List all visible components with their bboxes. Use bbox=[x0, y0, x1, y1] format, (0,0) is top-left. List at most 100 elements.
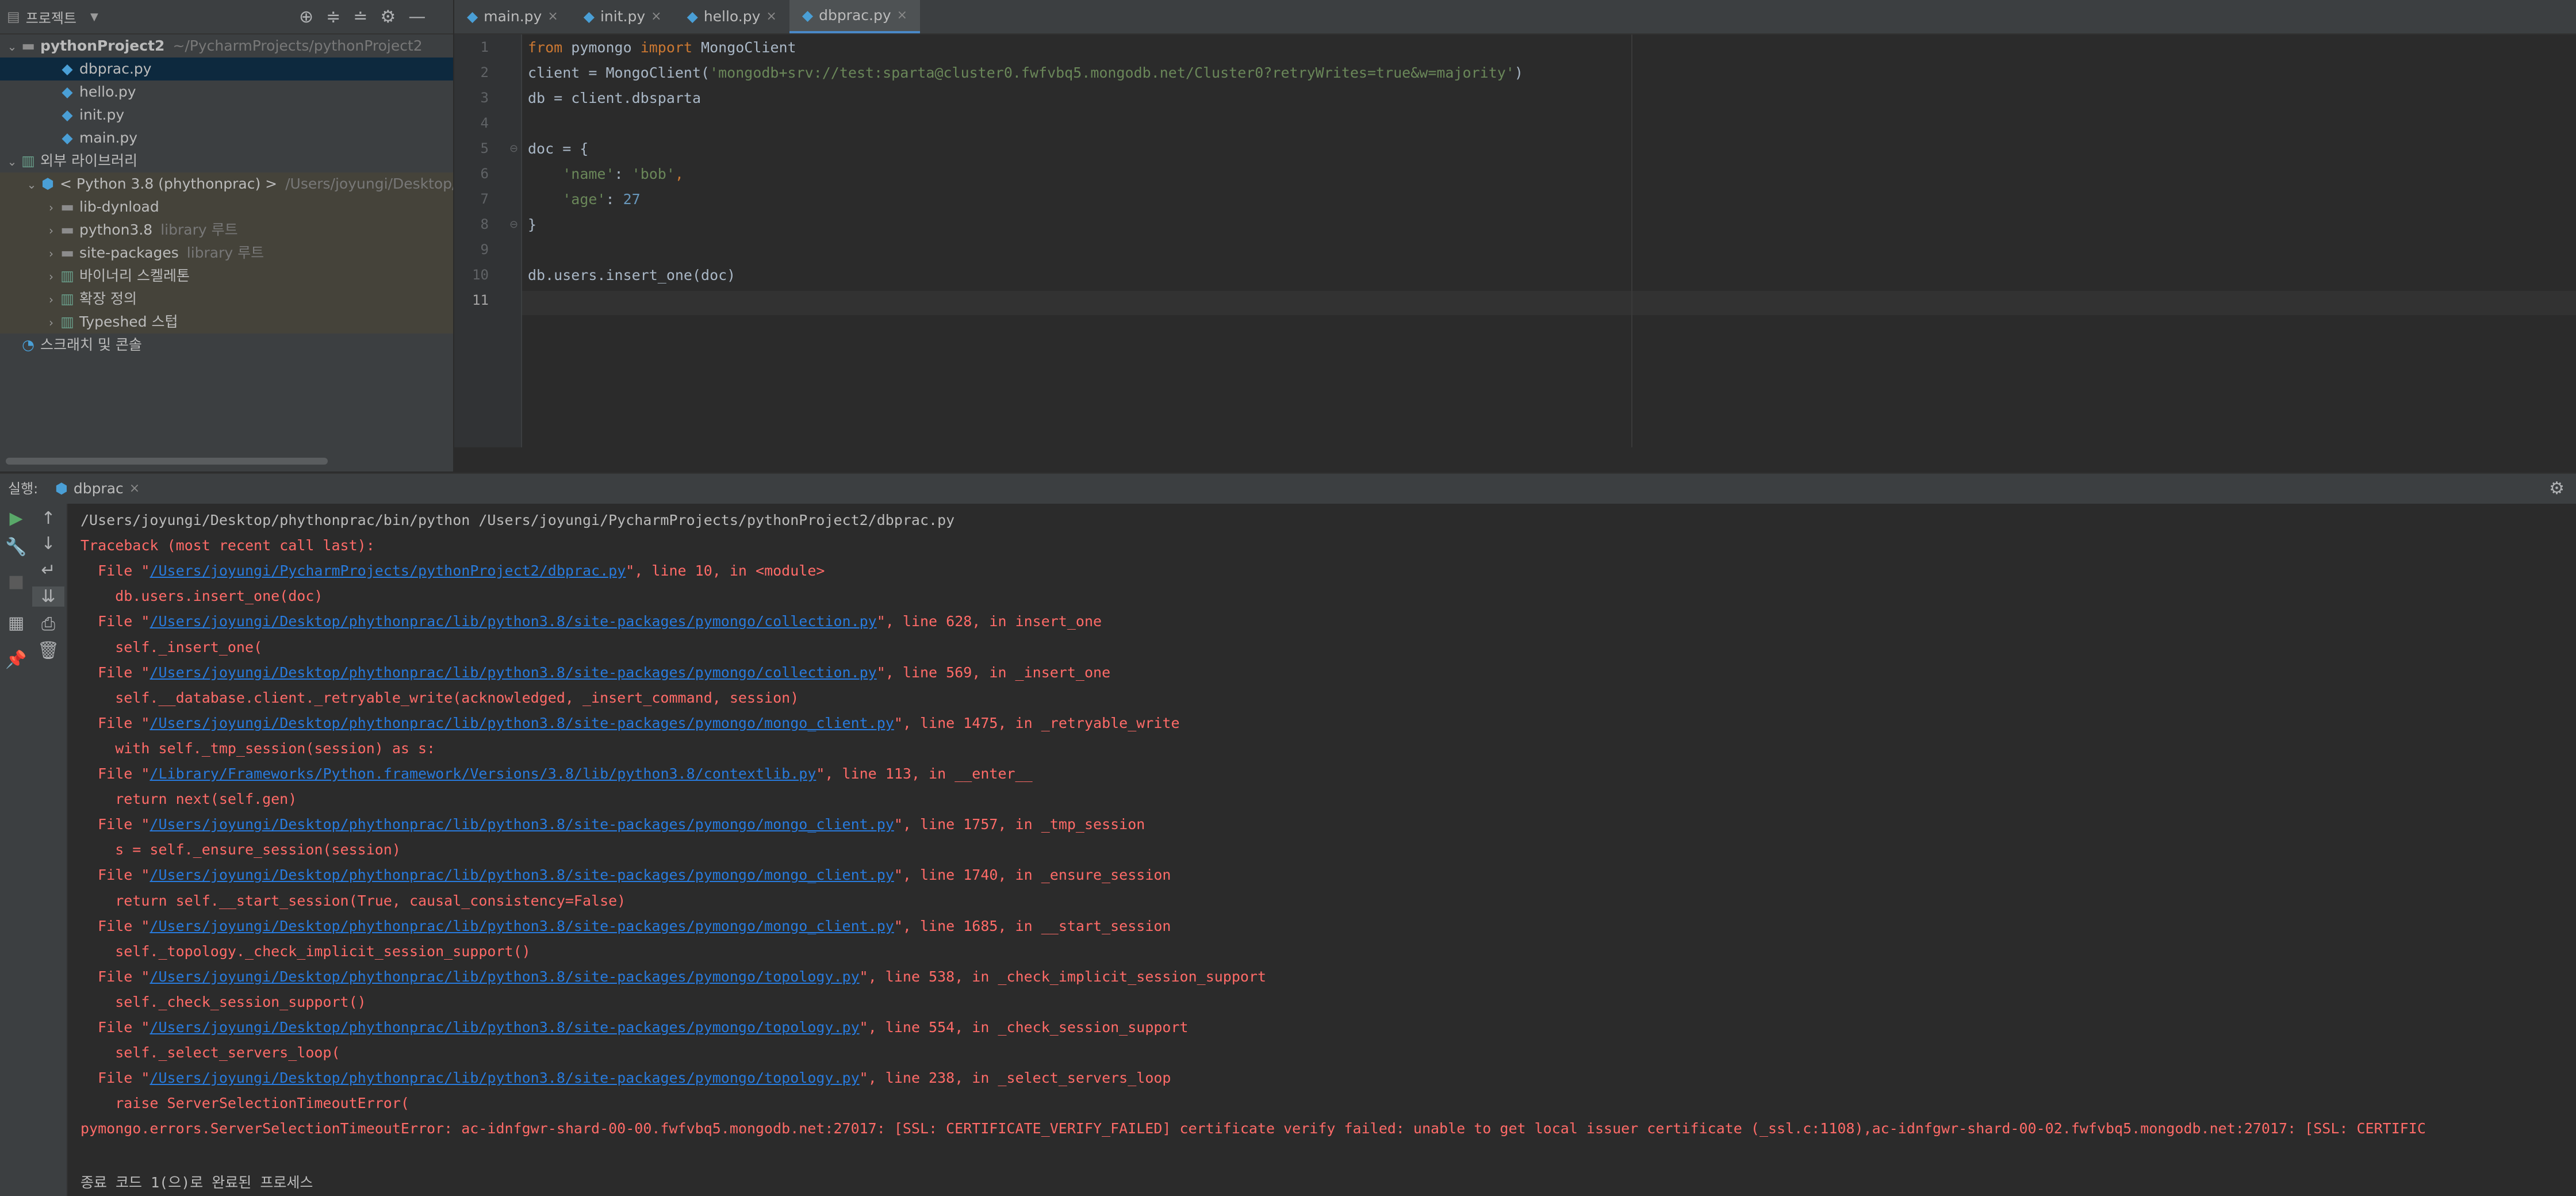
locate-icon[interactable]: ⊕ bbox=[299, 7, 313, 27]
editor-horizontal-scrollbar[interactable] bbox=[454, 447, 2576, 471]
line-number: 2 bbox=[480, 64, 489, 80]
editor-tab-dbprac[interactable]: ◆ dbprac.py × bbox=[789, 0, 921, 33]
code-line[interactable]: db.users.insert_one(doc) bbox=[528, 267, 735, 283]
tree-item[interactable]: ◆ dbprac.py bbox=[0, 57, 453, 80]
traceback-file-link[interactable]: /Users/joyungi/Desktop/phythonprac/lib/p… bbox=[150, 715, 894, 731]
traceback-file-link[interactable]: /Users/joyungi/Desktop/phythonprac/lib/p… bbox=[150, 1019, 859, 1036]
traceback-file-link[interactable]: /Users/joyungi/Desktop/phythonprac/lib/p… bbox=[150, 816, 894, 833]
code-line[interactable]: doc = { bbox=[528, 140, 588, 157]
tree-item[interactable]: ◆ main.py bbox=[0, 126, 453, 150]
gear-icon[interactable]: ⚙ bbox=[2549, 474, 2564, 504]
gear-icon[interactable]: ⚙ bbox=[380, 7, 396, 27]
down-arrow-icon[interactable]: ↓ bbox=[32, 534, 64, 554]
tree-item[interactable]: ◆ hello.py bbox=[0, 80, 453, 103]
code-line[interactable]: 'name': 'bob', bbox=[528, 166, 684, 182]
code-token: db.users.insert_one(doc) bbox=[528, 267, 736, 283]
chevron-right-icon[interactable]: › bbox=[44, 219, 59, 241]
project-scrollbar[interactable] bbox=[6, 458, 328, 465]
console-text: File " bbox=[80, 613, 150, 630]
scroll-to-end-icon[interactable]: ⇊ bbox=[32, 586, 64, 607]
code-line[interactable]: client = MongoClient('mongodb+srv://test… bbox=[528, 64, 1523, 81]
trash-icon[interactable]: 🗑 bbox=[32, 641, 64, 661]
tree-item[interactable]: › ▬ site-packages library 루트 bbox=[0, 241, 453, 264]
console-text: ", line 1685, in __start_session bbox=[894, 917, 1171, 934]
code-token: import bbox=[640, 39, 702, 56]
line-number: 10 bbox=[472, 267, 489, 283]
line-number-gutter: 1 2 3 4 5 6 7 8 9 10 11 ⊖ ⊖ bbox=[454, 34, 522, 447]
tree-item[interactable]: › ▥ 바이너리 스켈레톤 bbox=[0, 264, 453, 288]
expand-all-icon[interactable]: ≑ bbox=[326, 7, 340, 27]
console-error-line: File "/Users/joyungi/Desktop/phythonprac… bbox=[80, 664, 1110, 681]
editor-tab-main[interactable]: ◆ main.py × bbox=[454, 0, 571, 33]
fold-marker-icon[interactable]: ⊖ bbox=[509, 143, 518, 155]
chevron-right-icon[interactable]: › bbox=[44, 242, 59, 264]
rerun-icon[interactable]: ▶ bbox=[0, 508, 32, 528]
chevron-right-icon[interactable]: › bbox=[44, 311, 59, 334]
tree-item[interactable]: ⌄ ▬ pythonProject2 ~/PycharmProjects/python… bbox=[0, 34, 453, 57]
hide-icon[interactable]: — bbox=[408, 7, 425, 27]
traceback-file-link[interactable]: /Users/joyungi/Desktop/phythonprac/lib/p… bbox=[150, 664, 876, 681]
close-icon[interactable]: × bbox=[766, 0, 776, 33]
traceback-file-link[interactable]: /Users/joyungi/Desktop/phythonprac/lib/p… bbox=[150, 613, 876, 630]
console-error-line: File "/Users/joyungi/Desktop/phythonprac… bbox=[80, 816, 1145, 833]
tree-item[interactable]: ⌄ ▥ 외부 라이브러리 bbox=[0, 150, 453, 172]
tree-item[interactable]: ⌄ ⬢ < Python 3.8 (phythonprac) > /Users/joy… bbox=[0, 172, 453, 195]
code-editor[interactable]: 1 2 3 4 5 6 7 8 9 10 11 ⊖ ⊖ from pymongo import Mong… bbox=[454, 34, 2576, 447]
code-line[interactable]: from pymongo import MongoClient bbox=[528, 39, 796, 56]
console-text: ", line 10, in <module> bbox=[626, 562, 825, 580]
tree-item[interactable]: ◔ 스크래치 및 콘솔 bbox=[0, 334, 453, 356]
chevron-right-icon[interactable]: › bbox=[44, 196, 59, 218]
tree-item[interactable]: ◆ init.py bbox=[0, 103, 453, 126]
run-config-tab[interactable]: ⬢ dbprac × bbox=[55, 474, 140, 504]
up-arrow-icon[interactable]: ↑ bbox=[32, 508, 64, 528]
code-token: } bbox=[528, 216, 537, 233]
code-token: 'bob' bbox=[631, 166, 675, 182]
console-text: pymongo.errors.ServerSelectionTimeoutErr… bbox=[80, 1120, 2426, 1137]
traceback-file-link[interactable]: /Users/joyungi/PycharmProjects/pythonPro… bbox=[150, 562, 626, 579]
code-line[interactable]: db = client.dbsparta bbox=[528, 90, 701, 106]
console-error-line: return next(self.gen) bbox=[80, 791, 297, 807]
close-icon[interactable]: × bbox=[129, 474, 140, 504]
chevron-down-icon[interactable]: ⌄ bbox=[5, 150, 20, 172]
tree-item[interactable]: › ▬ lib-dynload bbox=[0, 195, 453, 218]
pin-icon[interactable]: 📌 bbox=[0, 650, 32, 670]
close-icon[interactable]: × bbox=[547, 0, 558, 33]
console-text: ", line 569, in _insert_one bbox=[876, 664, 1111, 681]
code-token: doc = { bbox=[528, 140, 589, 157]
console-error-line: self.__database.client._retryable_write(… bbox=[80, 689, 799, 706]
traceback-file-link[interactable]: /Users/joyungi/Desktop/phythonprac/lib/p… bbox=[150, 1070, 859, 1086]
code-line[interactable]: 'age': 27 bbox=[528, 191, 640, 208]
close-icon[interactable]: × bbox=[651, 0, 661, 33]
console-error-line: File "/Users/joyungi/Desktop/phythonprac… bbox=[80, 1070, 1171, 1086]
chevron-down-icon[interactable]: ⌄ bbox=[24, 173, 39, 195]
stop-icon[interactable]: ■ bbox=[0, 572, 32, 592]
python-sdk-icon: ⬢ bbox=[41, 175, 54, 192]
project-view-icon: ▤ bbox=[7, 9, 20, 25]
run-console[interactable]: /Users/joyungi/Desktop/phythonprac/bin/p… bbox=[68, 504, 2576, 1196]
tree-item[interactable]: › ▬ python3.8 library 루트 bbox=[0, 218, 453, 241]
traceback-file-link[interactable]: /Library/Frameworks/Python.framework/Ver… bbox=[150, 765, 816, 782]
tree-item[interactable]: › ▥ 확장 정의 bbox=[0, 288, 453, 310]
print-icon[interactable]: ⎙ bbox=[32, 614, 64, 634]
chevron-down-icon[interactable]: ⌄ bbox=[5, 35, 20, 57]
close-icon[interactable]: × bbox=[897, 0, 907, 32]
project-view-selector[interactable]: ▤ 프로젝트 ▼ bbox=[7, 7, 98, 27]
editor-tab-hello[interactable]: ◆ hello.py × bbox=[674, 0, 789, 33]
layout-icon[interactable]: ▦ bbox=[0, 613, 32, 633]
code-line[interactable]: } bbox=[528, 216, 536, 233]
run-tool-window-header: 실행: ⬢ dbprac × ⚙ bbox=[0, 473, 2576, 505]
editor-tab-init[interactable]: ◆ init.py × bbox=[571, 0, 674, 33]
traceback-file-link[interactable]: /Users/joyungi/Desktop/phythonprac/lib/p… bbox=[150, 918, 894, 934]
chevron-right-icon[interactable]: › bbox=[44, 265, 59, 288]
collapse-all-icon[interactable]: ≐ bbox=[353, 7, 367, 27]
line-number: 9 bbox=[480, 241, 489, 258]
wrench-icon[interactable]: 🔧 bbox=[0, 537, 32, 557]
soft-wrap-icon[interactable]: ↵ bbox=[32, 560, 64, 580]
tree-item[interactable]: › ▥ Typeshed 스텁 bbox=[0, 310, 453, 334]
console-text: /Users/joyungi/Desktop/phythonprac/bin/p… bbox=[80, 512, 955, 528]
traceback-file-link[interactable]: /Users/joyungi/Desktop/phythonprac/lib/p… bbox=[150, 867, 894, 883]
code-token: 'mongodb+srv://test:sparta@cluster0.fwfv… bbox=[710, 64, 1515, 81]
traceback-file-link[interactable]: /Users/joyungi/Desktop/phythonprac/lib/p… bbox=[150, 968, 859, 985]
chevron-right-icon[interactable]: › bbox=[44, 288, 59, 310]
fold-marker-icon[interactable]: ⊖ bbox=[509, 218, 518, 231]
